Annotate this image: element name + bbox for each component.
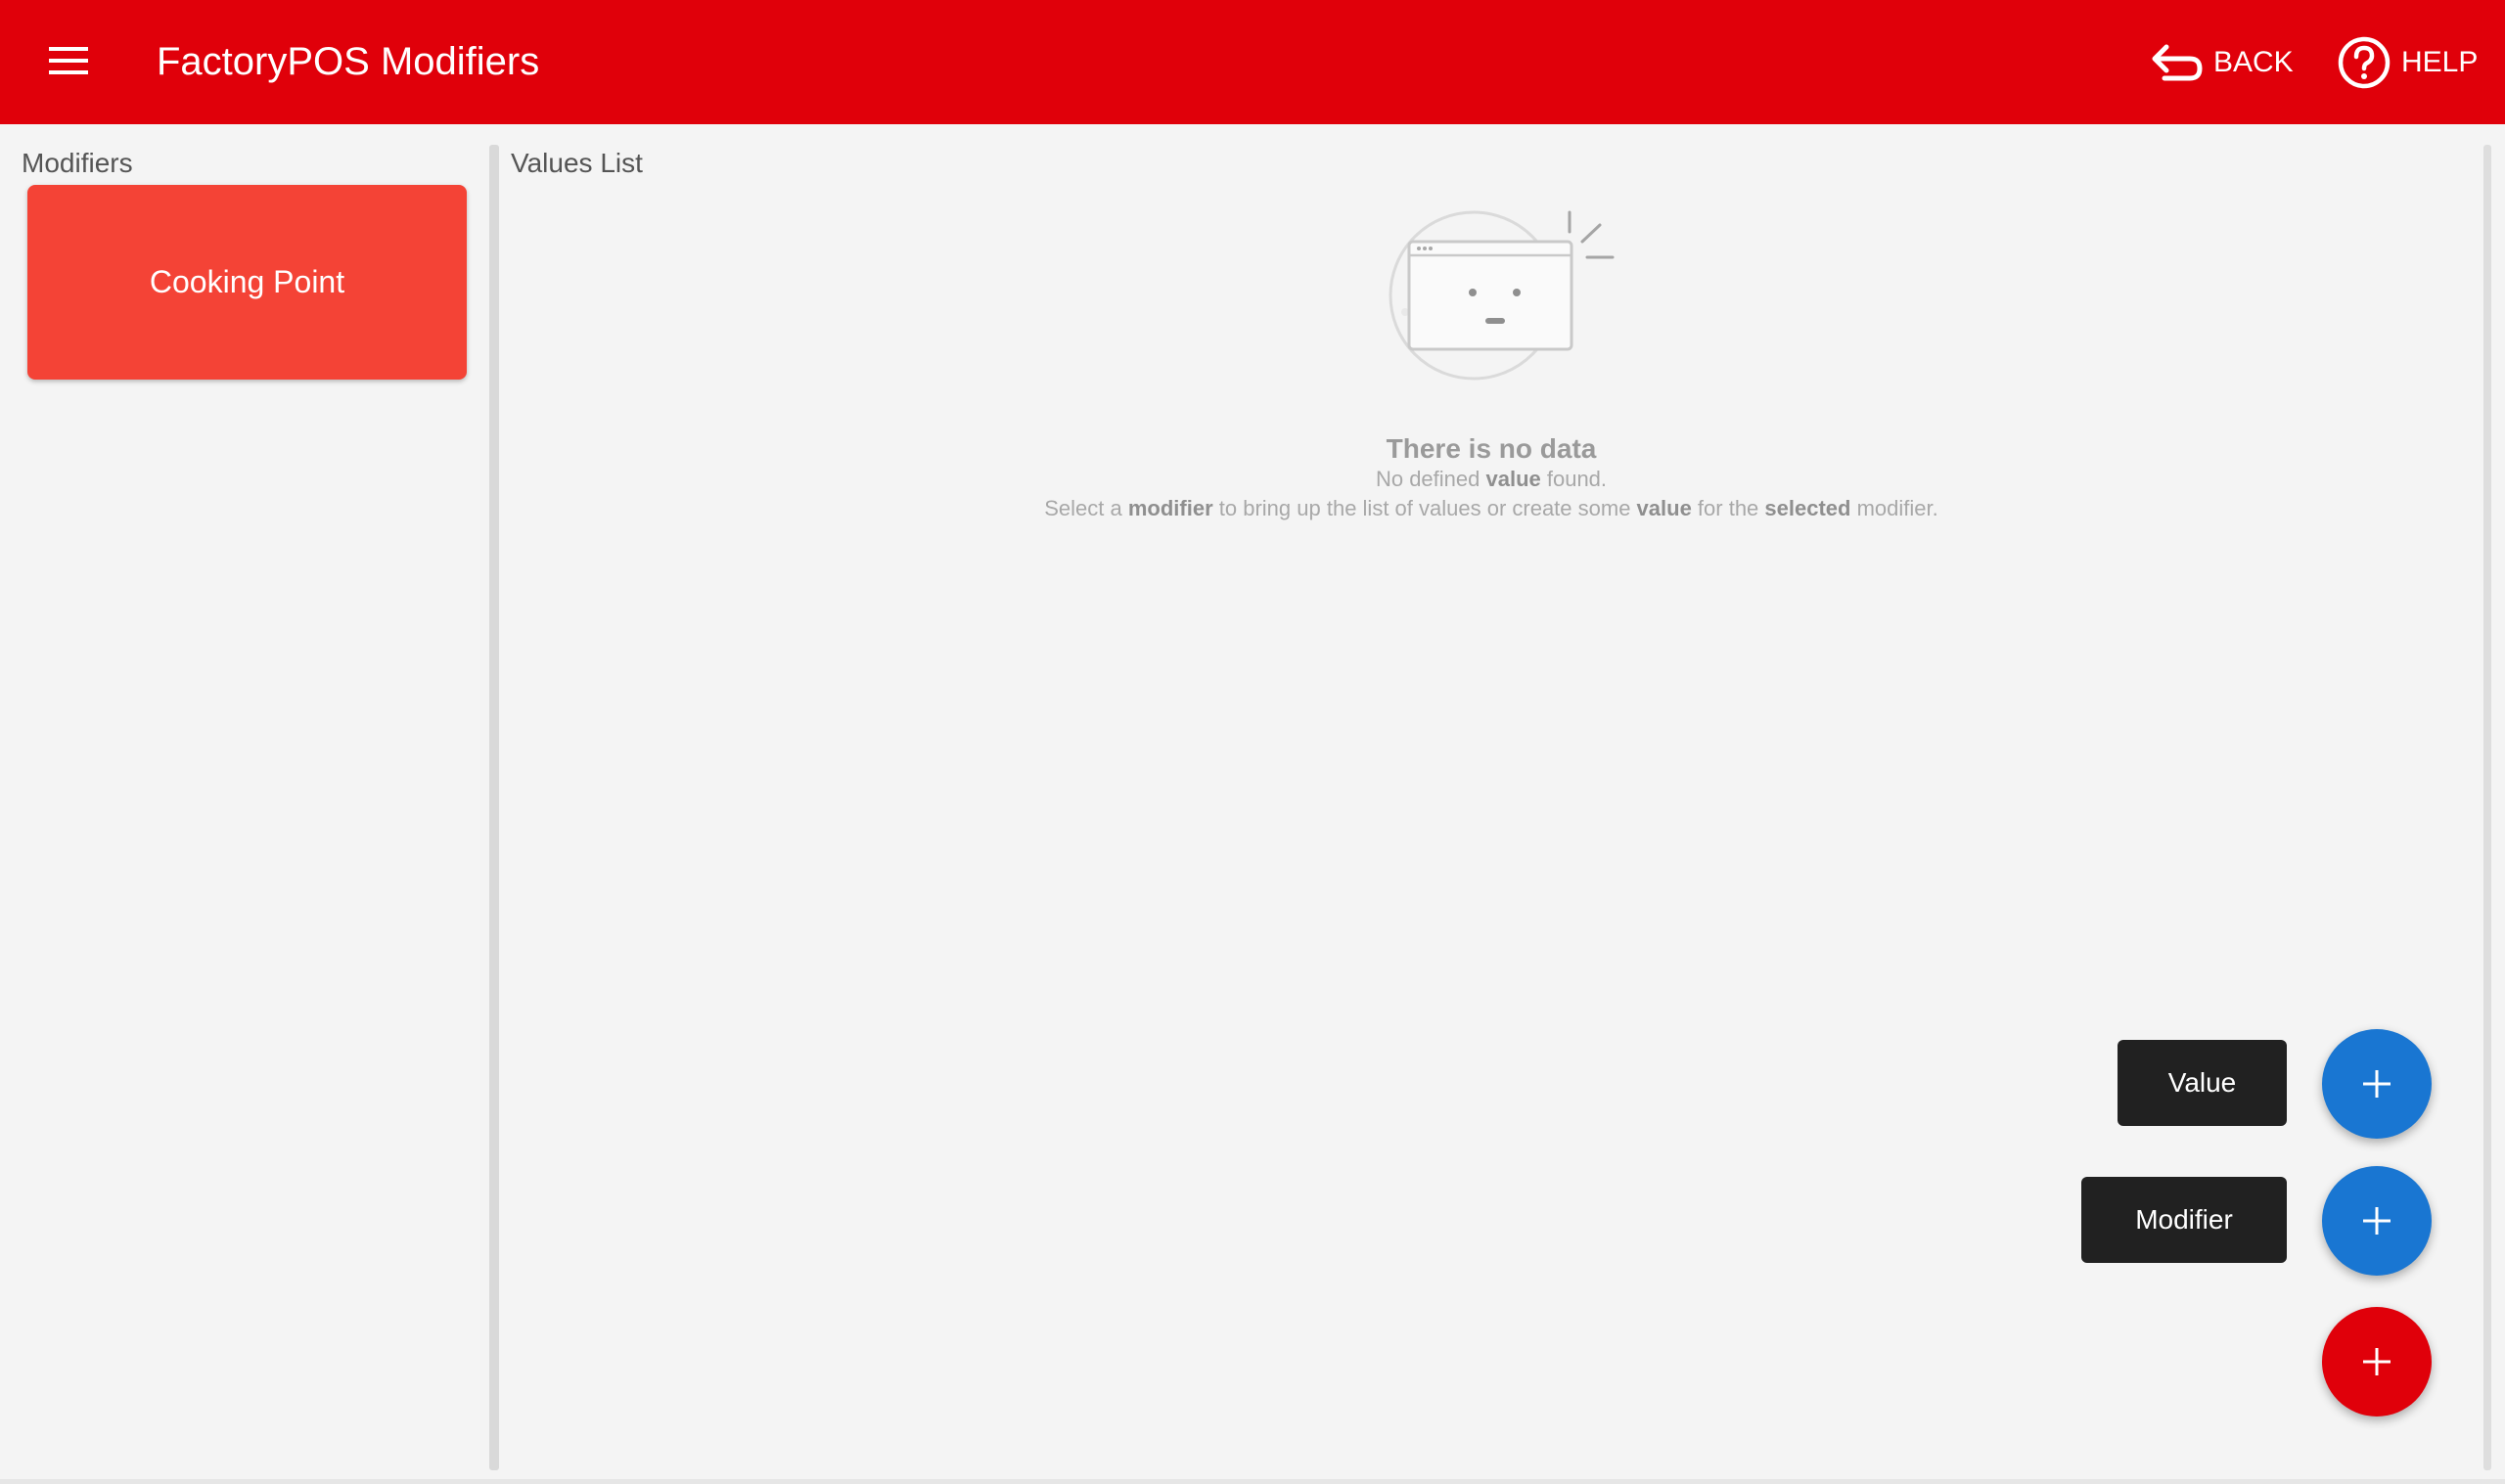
empty-state: There is no data No defined value found.… [499,202,2483,523]
back-label: BACK [2213,46,2294,78]
values-panel: Values List There is no data No defined … [499,124,2483,1479]
values-scrollbar[interactable] [2483,145,2491,1470]
add-value-button[interactable] [2322,1029,2432,1139]
modifier-card-label: Cooking Point [149,264,345,299]
menu-icon [49,47,88,74]
help-label: HELP [2401,46,2479,78]
help-button[interactable]: HELP [2337,33,2478,92]
menu-button[interactable] [43,39,94,82]
add-value-label[interactable]: Value [2118,1040,2287,1126]
empty-state-title: There is no data [1386,433,1597,464]
add-modifier-button[interactable] [2322,1166,2432,1276]
plus-icon [2363,1070,2391,1098]
empty-state-line-2: Select a modifier to bring up the list o… [1044,496,1938,520]
add-menu-button[interactable] [2322,1307,2432,1417]
modifiers-panel-label: Modifiers [22,148,133,178]
help-circle-icon [2338,36,2391,89]
plus-icon [2363,1207,2391,1235]
bottom-divider [0,1479,2505,1484]
panel-splitter[interactable] [489,145,499,1470]
modifiers-panel: Modifiers Cooking Point [0,124,489,1479]
back-button[interactable]: BACK [2151,33,2294,92]
empty-window-illustration [1389,210,1615,381]
app-title: FactoryPOS Modifiers [157,40,540,83]
values-panel-label: Values List [511,148,643,178]
plus-icon [2363,1348,2391,1375]
add-modifier-label[interactable]: Modifier [2081,1177,2287,1263]
back-arrow-icon [2152,44,2203,81]
app-header: FactoryPOS Modifiers BACK HELP [0,0,2505,124]
modifier-card[interactable]: Cooking Point [27,185,467,380]
app-root: FactoryPOS Modifiers BACK HELP Modifiers… [0,0,2505,1484]
empty-state-line-1: No defined value found. [1375,467,1608,491]
